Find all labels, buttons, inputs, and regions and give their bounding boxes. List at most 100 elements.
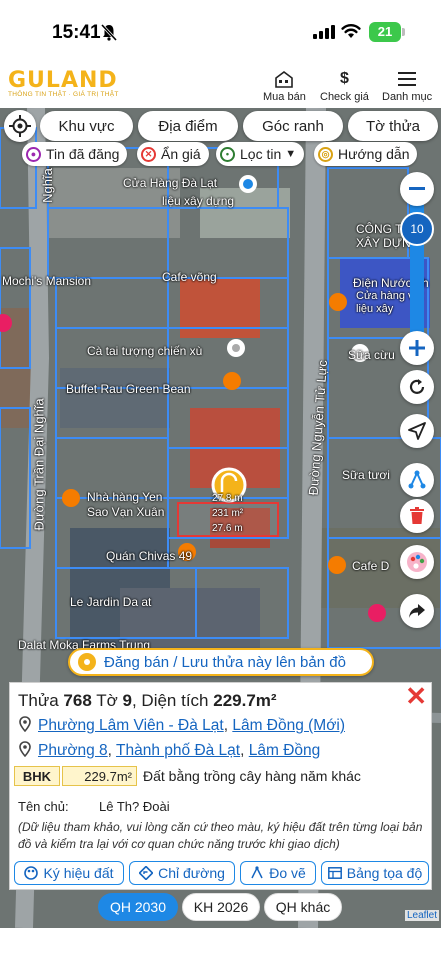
- poi-sua-tuoi[interactable]: Sữa tươi: [342, 468, 390, 482]
- poi-le-jardin[interactable]: Le Jardin Da at: [70, 595, 151, 609]
- poi-sua-cuu[interactable]: Sữa cừu: [348, 348, 395, 362]
- leaflet-attribution[interactable]: Leaflet: [404, 910, 439, 921]
- poi-buffet[interactable]: Buffet Rau Green Bean: [66, 382, 191, 396]
- minus-icon: [409, 187, 425, 190]
- poi-cafe-d[interactable]: Cafe D: [352, 559, 389, 573]
- trash-icon: [410, 507, 424, 524]
- tag-huong-dan[interactable]: ◎ Hướng dẫn: [314, 142, 418, 166]
- parcel-dim-bottom: 27.6 m: [212, 523, 243, 534]
- parcel-dim-area: 231 m²: [212, 508, 244, 519]
- disclaimer-text: (Dữ liệu tham khảo, vui lòng căn cứ theo…: [18, 820, 423, 851]
- land-area-badge: 229.7m²: [62, 766, 137, 786]
- palette-icon: [407, 552, 427, 572]
- table-icon: [327, 867, 342, 879]
- tab-qh-2030[interactable]: QH 2030: [98, 893, 178, 921]
- logo-tagline: THÔNG TIN THẬT · GIÁ TRỊ THẬT: [8, 91, 119, 98]
- refresh-icon: [409, 379, 425, 394]
- directions-icon: [139, 866, 154, 880]
- zoom-out-button[interactable]: [400, 172, 434, 206]
- tab-qh-khac[interactable]: QH khác: [264, 893, 342, 921]
- delete-drawing-button[interactable]: [400, 499, 434, 533]
- chip-khu-vuc[interactable]: Khu vực: [40, 111, 133, 141]
- parcel-dim-top: 27.8 m: [212, 493, 243, 504]
- chip-to-thua[interactable]: Tờ thửa: [348, 111, 438, 141]
- sheet-number: 9: [122, 691, 132, 710]
- measure-icon: [250, 866, 264, 880]
- post-parcel-banner[interactable]: Đăng bán / Lưu thửa này lên bản đồ: [68, 648, 374, 676]
- zoom-level-knob[interactable]: 10: [400, 212, 434, 246]
- land-code-badge: BHK: [14, 766, 60, 786]
- map-pin-icon: [19, 716, 31, 732]
- poi-nha-hang-yen[interactable]: Nhà hàng Yen: [87, 490, 162, 504]
- poi-mochis-mansion[interactable]: Mochi's Mansion: [2, 274, 91, 288]
- link-ward-old[interactable]: Phường 8: [38, 742, 108, 759]
- status-bar: 15:41 21: [0, 0, 441, 64]
- map-layers-button[interactable]: [400, 545, 434, 579]
- poi-materials[interactable]: liệu xây dựng: [162, 194, 234, 208]
- link-ward-new[interactable]: Phường Lâm Viên - Đà Lạt: [38, 717, 224, 734]
- parcel-number: 768: [63, 691, 92, 710]
- share-button[interactable]: [400, 594, 434, 628]
- tag-guide-icon: ◎: [318, 146, 333, 162]
- cellular-signal-icon: [313, 25, 335, 39]
- app-header: GULAND THÔNG TIN THẬT · GIÁ TRỊ THẬT Mua…: [0, 64, 441, 108]
- owner-name: Lê Th? Đoài: [99, 799, 170, 814]
- address-old: Phường 8, Thành phố Đà Lạt, Lâm Đồng: [18, 741, 320, 760]
- menu-icon: [382, 70, 432, 88]
- measure-tool-button[interactable]: [400, 463, 434, 497]
- bang-toa-do-button[interactable]: Bảng tọa độ: [321, 861, 429, 885]
- crosshair-icon: [9, 115, 31, 137]
- chevron-down-icon: ▼: [285, 148, 297, 160]
- tag-x-icon: ✕: [141, 146, 156, 162]
- tab-kh-2026[interactable]: KH 2026: [182, 893, 260, 921]
- nav-danh-muc[interactable]: Danh mục: [382, 70, 432, 103]
- link-province-new[interactable]: Lâm Đồng (Mới): [232, 717, 345, 734]
- poi-ca-tai-tuong[interactable]: Cà tai tượng chiến xù: [87, 344, 202, 358]
- road-tran-dai-nghia: Đường Trần Đại Nghĩa: [31, 398, 47, 531]
- guland-logo[interactable]: GULAND THÔNG TIN THẬT · GIÁ TRỊ THẬT: [8, 68, 119, 98]
- zoom-in-button[interactable]: [400, 331, 434, 365]
- road-nghia-top: Nghĩa: [39, 168, 55, 203]
- address-new: Phường Lâm Viên - Đà Lạt, Lâm Đồng (Mới): [18, 716, 345, 735]
- poi-lieu-xay[interactable]: liệu xây: [356, 303, 393, 315]
- battery-indicator: 21: [369, 22, 405, 42]
- parcel-info-card: ✕ Thửa 768 Tờ 9, Diện tích 229.7m² Phườn…: [9, 682, 432, 890]
- house-icon: [263, 70, 306, 88]
- tag-loc-tin[interactable]: • Lọc tin ▼: [216, 142, 305, 166]
- chip-goc-ranh[interactable]: Góc ranh: [243, 111, 343, 141]
- post-pin-icon: [78, 653, 96, 671]
- poi-sao-van-xuan[interactable]: Sao Vạn Xuân: [87, 505, 164, 519]
- owner-label: Tên chủ:: [18, 799, 69, 814]
- tag-pin-icon: •: [220, 146, 235, 162]
- nav-mua-ban[interactable]: Mua bán: [263, 70, 306, 103]
- chi-duong-button[interactable]: Chỉ đường: [129, 861, 235, 885]
- ky-hieu-dat-button[interactable]: Ký hiệu đất: [14, 861, 124, 885]
- poi-cafe-vong[interactable]: Cafe võng: [162, 270, 217, 284]
- tag-tin-da-dang[interactable]: ● Tin đã đăng: [22, 142, 128, 166]
- polygon-draw-icon: [408, 470, 426, 489]
- poi-cua-hang-da-lat[interactable]: Cửa Hàng Đà Lạt: [123, 176, 217, 190]
- locate-me-button[interactable]: [4, 110, 36, 142]
- map-pin-icon: [19, 741, 31, 757]
- logo-text: GULAND: [8, 68, 118, 93]
- refresh-button[interactable]: [400, 370, 434, 404]
- palette-icon: [24, 866, 39, 880]
- status-time: 15:41: [52, 22, 101, 43]
- tag-an-gia[interactable]: ✕ Ẩn giá: [137, 142, 209, 166]
- nav-check-gia[interactable]: $ Check giá: [320, 70, 369, 103]
- land-type-description: Đất bằng trồng cây hàng năm khác: [143, 768, 361, 784]
- link-city-old[interactable]: Thành phố Đà Lạt: [116, 742, 240, 759]
- plus-icon: [409, 340, 425, 356]
- parcel-area: 229.7m²: [213, 691, 277, 710]
- navigate-button[interactable]: [400, 414, 434, 448]
- tag-user-icon: ●: [26, 146, 41, 162]
- chip-dia-diem[interactable]: Địa điểm: [138, 111, 238, 141]
- bell-muted-icon: [101, 24, 117, 41]
- poi-quan-chivas[interactable]: Quán Chivas 49: [106, 549, 192, 563]
- wifi-icon: [341, 24, 361, 38]
- parcel-title: Thửa 768 Tờ 9, Diện tích 229.7m²: [18, 691, 277, 710]
- do-ve-button[interactable]: Đo vẽ: [240, 861, 316, 885]
- close-icon[interactable]: ✕: [405, 683, 427, 709]
- link-province-old[interactable]: Lâm Đồng: [249, 742, 321, 759]
- home-indicator-area: [0, 928, 441, 960]
